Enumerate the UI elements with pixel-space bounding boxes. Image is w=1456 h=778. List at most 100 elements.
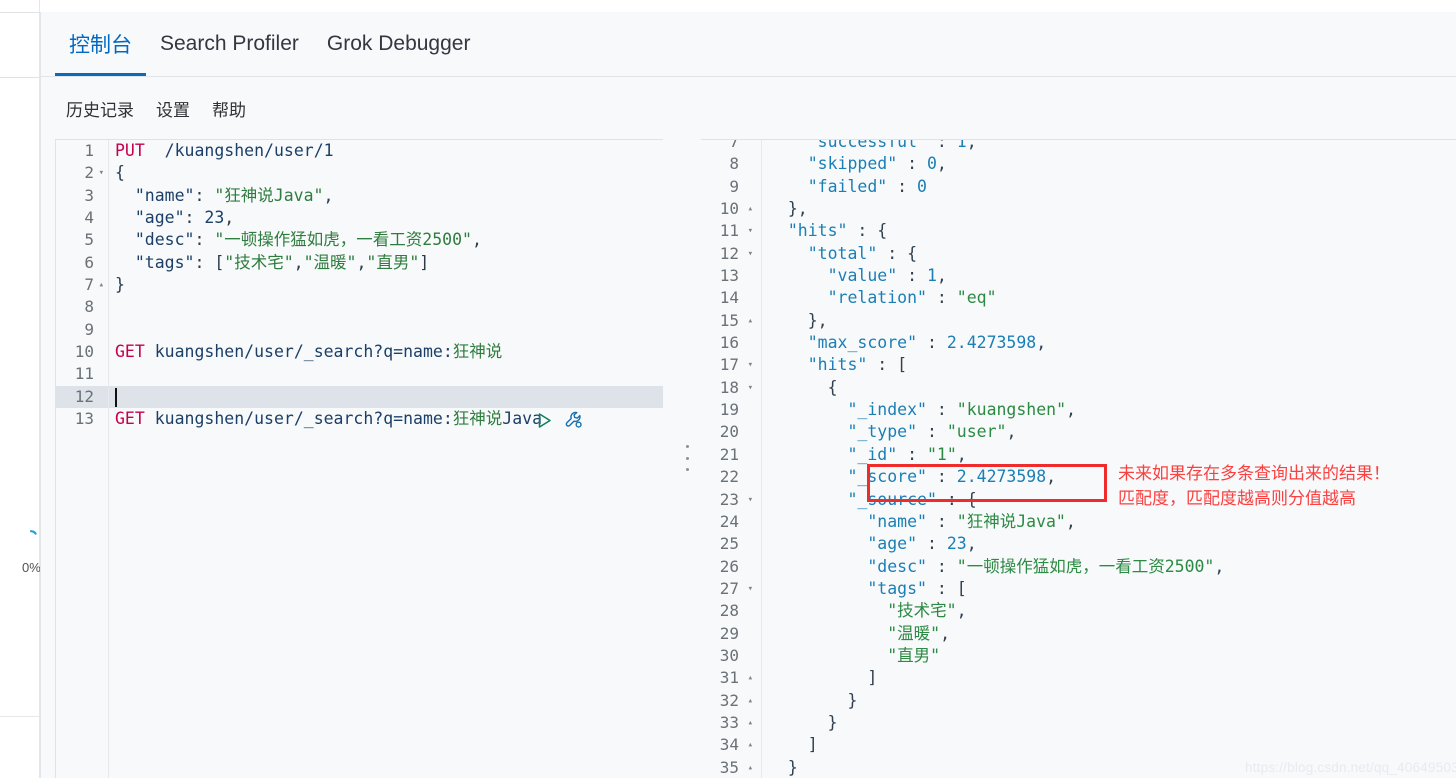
fold-open-icon[interactable]: ▾ [748, 243, 753, 265]
gutter-row[interactable]: 14 [701, 287, 761, 309]
gutter-row[interactable]: 8 [56, 296, 108, 318]
code-line[interactable]: "total" : { [762, 243, 1456, 265]
request-editor-pane[interactable]: 12▾34567▴8910111213 PUT /kuangshen/user/… [55, 139, 663, 778]
fold-closed-icon[interactable]: ▴ [748, 712, 753, 734]
fold-closed-icon[interactable]: ▴ [748, 198, 753, 220]
gutter-row[interactable]: 6 [56, 252, 108, 274]
code-line[interactable]: "max_score" : 2.4273598, [762, 332, 1456, 354]
code-line[interactable]: }, [762, 198, 1456, 220]
code-line[interactable]: { [762, 377, 1456, 399]
gutter-row[interactable]: 26 [701, 556, 761, 578]
fold-open-icon[interactable]: ▾ [748, 377, 753, 399]
code-line[interactable]: PUT /kuangshen/user/1 [109, 140, 663, 162]
tab-grok-debugger[interactable]: Grok Debugger [313, 11, 485, 76]
fold-closed-icon[interactable]: ▴ [99, 274, 104, 296]
gutter-row[interactable]: 34▴ [701, 734, 761, 756]
gutter-row[interactable]: 12▾ [701, 243, 761, 265]
gutter-row[interactable]: 22 [701, 466, 761, 488]
pane-resize-handle[interactable] [680, 445, 694, 471]
code-line[interactable]: }, [762, 310, 1456, 332]
gutter-row[interactable]: 32▴ [701, 690, 761, 712]
code-line[interactable]: "age" : 23, [762, 533, 1456, 555]
submenu-item-settings[interactable]: 设置 [145, 96, 201, 121]
gutter-row[interactable]: 18▾ [701, 377, 761, 399]
gutter-row[interactable]: 10▴ [701, 198, 761, 220]
gutter-row[interactable]: 3 [56, 185, 108, 207]
fold-open-icon[interactable]: ▾ [748, 354, 753, 376]
gutter-row[interactable]: 21 [701, 444, 761, 466]
code-line[interactable]: "skipped" : 0, [762, 153, 1456, 175]
gutter-row[interactable]: 9 [701, 176, 761, 198]
gutter-row[interactable]: 33▴ [701, 712, 761, 734]
code-line[interactable] [109, 363, 663, 385]
fold-open-icon[interactable]: ▾ [748, 220, 753, 242]
gutter-row[interactable]: 20 [701, 421, 761, 443]
code-line[interactable]: "failed" : 0 [762, 176, 1456, 198]
code-line[interactable]: } [762, 712, 1456, 734]
fold-closed-icon[interactable]: ▴ [748, 690, 753, 712]
wrench-icon[interactable] [564, 410, 585, 436]
code-line[interactable]: "desc": "一顿操作猛如虎，一看工资2500", [109, 229, 663, 251]
code-line[interactable]: { [109, 162, 663, 184]
gutter-row[interactable]: 5 [56, 229, 108, 251]
response-viewer-code[interactable]: "successful" : 1, "skipped" : 0, "failed… [761, 140, 1456, 778]
gutter-row[interactable]: 19 [701, 399, 761, 421]
gutter-row[interactable]: 8 [701, 153, 761, 175]
code-line[interactable]: "hits" : { [762, 220, 1456, 242]
fold-closed-icon[interactable]: ▴ [748, 734, 753, 756]
code-line[interactable]: } [109, 274, 663, 296]
gutter-row[interactable]: 28 [701, 600, 761, 622]
response-viewer-gutter[interactable]: 78910▴11▾12▾131415▴1617▾18▾1920212223▾24… [701, 140, 761, 778]
code-line[interactable]: "_type" : "user", [762, 421, 1456, 443]
request-editor-gutter[interactable]: 12▾34567▴8910111213 [56, 140, 108, 778]
code-line[interactable]: "tags" : [ [762, 578, 1456, 600]
submenu-item-help[interactable]: 帮助 [201, 96, 257, 121]
gutter-row[interactable]: 17▾ [701, 354, 761, 376]
code-line[interactable]: "hits" : [ [762, 354, 1456, 376]
gutter-row[interactable]: 23▾ [701, 489, 761, 511]
code-line[interactable]: "tags": ["技术宅","温暖","直男"] [109, 252, 663, 274]
gutter-row[interactable]: 15▴ [701, 310, 761, 332]
code-line[interactable]: "_index" : "kuangshen", [762, 399, 1456, 421]
gutter-row[interactable]: 27▾ [701, 578, 761, 600]
response-viewer-pane[interactable]: 78910▴11▾12▾131415▴1617▾18▾1920212223▾24… [701, 139, 1456, 778]
gutter-row[interactable]: 9 [56, 319, 108, 341]
gutter-row[interactable]: 2▾ [56, 162, 108, 184]
code-line[interactable] [109, 386, 663, 408]
fold-closed-icon[interactable]: ▴ [748, 667, 753, 689]
gutter-row[interactable]: 16 [701, 332, 761, 354]
gutter-row[interactable]: 12 [56, 386, 108, 408]
submenu-item-history[interactable]: 历史记录 [55, 96, 145, 121]
gutter-row[interactable]: 7▴ [56, 274, 108, 296]
code-line[interactable]: "desc" : "一顿操作猛如虎，一看工资2500", [762, 556, 1456, 578]
code-line[interactable]: "直男" [762, 645, 1456, 667]
gutter-row[interactable]: 7 [701, 139, 761, 153]
gutter-row[interactable]: 10 [56, 341, 108, 363]
gutter-row[interactable]: 35▴ [701, 757, 761, 778]
gutter-row[interactable]: 29 [701, 623, 761, 645]
gutter-row[interactable]: 13 [56, 408, 108, 430]
code-line[interactable]: "successful" : 1, [762, 139, 1456, 153]
code-line[interactable]: "name" : "狂神说Java", [762, 511, 1456, 533]
tab-search-profiler[interactable]: Search Profiler [146, 11, 313, 76]
fold-closed-icon[interactable]: ▴ [748, 757, 753, 778]
gutter-row[interactable]: 11▾ [701, 220, 761, 242]
fold-open-icon[interactable]: ▾ [99, 162, 104, 184]
code-line[interactable]: "value" : 1, [762, 265, 1456, 287]
gutter-row[interactable]: 30 [701, 645, 761, 667]
fold-open-icon[interactable]: ▾ [748, 489, 753, 511]
fold-open-icon[interactable]: ▾ [748, 578, 753, 600]
code-line[interactable]: } [762, 690, 1456, 712]
gutter-row[interactable]: 31▴ [701, 667, 761, 689]
request-editor-code[interactable]: PUT /kuangshen/user/1{ "name": "狂神说Java"… [108, 140, 663, 778]
code-line[interactable] [109, 319, 663, 341]
gutter-row[interactable]: 24 [701, 511, 761, 533]
code-line[interactable]: ] [762, 734, 1456, 756]
code-line[interactable]: ] [762, 667, 1456, 689]
gutter-row[interactable]: 4 [56, 207, 108, 229]
code-line[interactable]: "温暖", [762, 623, 1456, 645]
code-line[interactable] [109, 296, 663, 318]
tab-console[interactable]: 控制台 [55, 11, 146, 76]
play-icon[interactable] [535, 411, 554, 435]
gutter-row[interactable]: 11 [56, 363, 108, 385]
